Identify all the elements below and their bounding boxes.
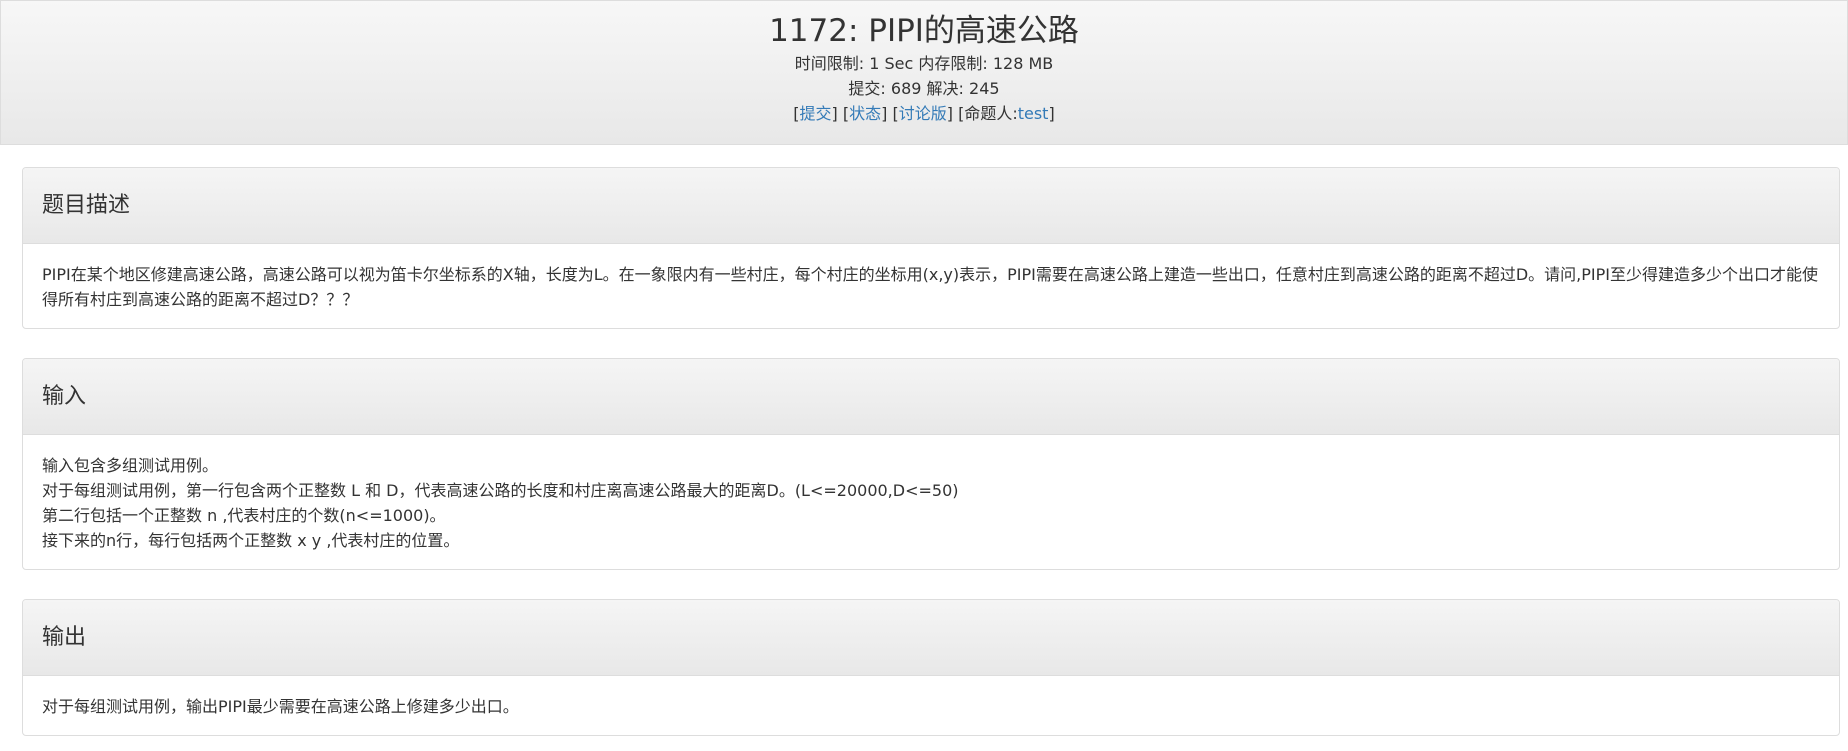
memory-limit-label: 内存限制: [918,54,988,73]
problem-header: 1172: PIPI的高速公路 时间限制: 1 Sec 内存限制: 128 MB… [0,0,1848,145]
solved-count-value: 245 [969,79,1000,98]
submit-count-label: 提交: [848,79,886,98]
time-limit-label: 时间限制: [794,54,865,73]
input-line: 第二行包括一个正整数 n ,代表村庄的个数(n<=1000)。 [42,506,446,525]
output-panel: 输出 对于每组测试用例，输出PIPI最少需要在高速公路上修建多少出口。 [22,599,1840,736]
submit-link[interactable]: 提交 [800,104,832,123]
input-body: 输入包含多组测试用例。 对于每组测试用例，第一行包含两个正整数 L 和 D，代表… [23,435,1839,569]
problem-title: 1172: PIPI的高速公路 [769,13,1079,49]
input-heading: 输入 [23,359,1839,435]
input-panel: 输入 输入包含多组测试用例。 对于每组测试用例，第一行包含两个正整数 L 和 D… [22,358,1840,570]
output-heading: 输出 [23,600,1839,676]
input-line: 接下来的n行，每行包括两个正整数 x y ,代表村庄的位置。 [42,531,460,550]
setter-label: 命题人: [964,104,1018,123]
memory-limit-value: 128 MB [992,54,1054,73]
input-line: 对于每组测试用例，第一行包含两个正整数 L 和 D，代表高速公路的长度和村庄离高… [42,481,959,500]
stats-line: 提交: 689 解决: 245 [1,76,1847,101]
setter-link[interactable]: test [1018,104,1049,123]
action-links: [提交] [状态] [讨论版] [命题人:test] [793,104,1055,123]
input-line: 输入包含多组测试用例。 [42,456,219,475]
submit-count-value: 689 [890,79,922,98]
description-body: PIPI在某个地区修建高速公路，高速公路可以视为笛卡尔坐标系的X轴，长度为L。在… [23,244,1839,328]
output-text: 对于每组测试用例，输出PIPI最少需要在高速公路上修建多少出口。 [42,697,519,716]
time-limit-value: 1 Sec [869,54,914,73]
description-panel: 题目描述 PIPI在某个地区修建高速公路，高速公路可以视为笛卡尔坐标系的X轴，长… [22,167,1840,329]
output-body: 对于每组测试用例，输出PIPI最少需要在高速公路上修建多少出口。 [23,676,1839,735]
solved-count-label: 解决: [926,79,964,98]
limits-line: 时间限制: 1 Sec 内存限制: 128 MB [1,51,1847,76]
description-heading: 题目描述 [23,168,1839,244]
discuss-link[interactable]: 讨论版 [899,104,947,123]
description-text: PIPI在某个地区修建高速公路，高速公路可以视为笛卡尔坐标系的X轴，长度为L。在… [42,265,1818,309]
status-link[interactable]: 状态 [849,104,881,123]
